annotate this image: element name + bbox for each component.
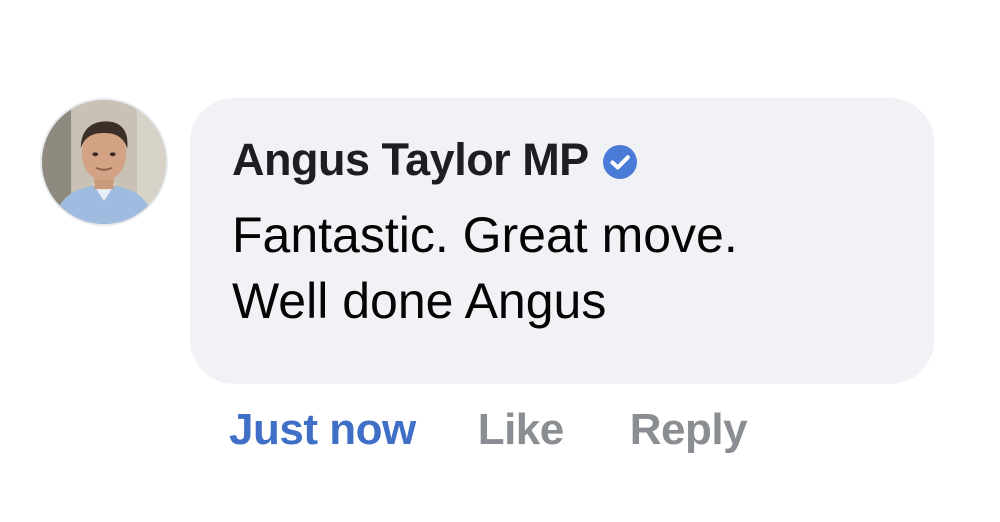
reply-button[interactable]: Reply: [630, 405, 748, 455]
author-name[interactable]: Angus Taylor MP: [232, 134, 589, 186]
timestamp-link[interactable]: Just now: [229, 405, 416, 455]
avatar-photo-icon: [42, 100, 166, 224]
like-button[interactable]: Like: [478, 405, 565, 455]
comment-text: Fantastic. Great move. Well done Angus: [232, 202, 912, 334]
comment-text-line: Well done Angus: [232, 273, 607, 329]
comment: Angus Taylor MP Fantastic. Great move. W…: [0, 0, 1000, 522]
comment-actions: Just now Like Reply: [229, 400, 748, 460]
comment-text-line: Fantastic. Great move.: [232, 207, 738, 263]
author-row: Angus Taylor MP: [232, 132, 637, 188]
comment-bubble: Angus Taylor MP Fantastic. Great move. W…: [190, 98, 934, 384]
author-avatar[interactable]: [40, 98, 168, 226]
verified-badge-icon: [602, 145, 637, 179]
